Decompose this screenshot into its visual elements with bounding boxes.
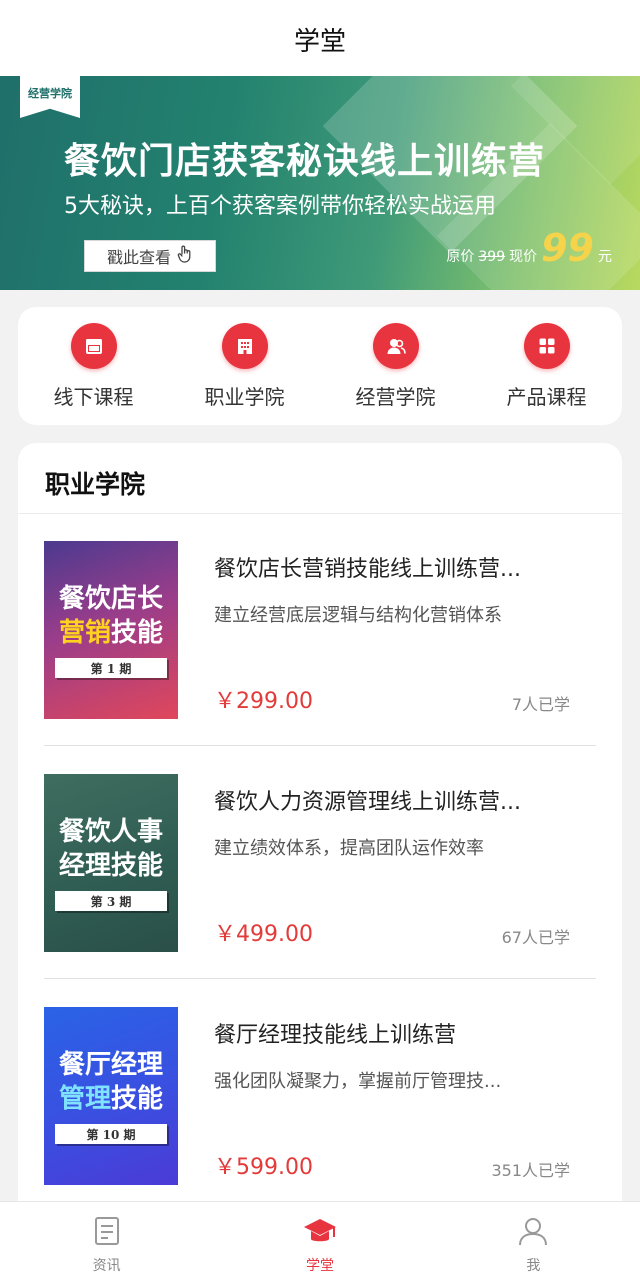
course-title: 餐饮人力资源管理线上训练营... (214, 790, 521, 815)
course-item[interactable]: 餐厅经理 管理技能 第 10 期 餐厅经理技能线上训练营 强化团队凝聚力，掌握前… (44, 979, 596, 1213)
cover-line1: 餐饮人事 (58, 817, 163, 847)
cover-period: 第 1 期 (55, 658, 167, 678)
banner-price: 原价 399 现价 99 元 (446, 226, 612, 270)
user-icon (517, 1215, 549, 1251)
cover-line1: 餐饮店长 (58, 584, 163, 614)
cover-line1: 餐厅经理 (58, 1050, 163, 1080)
banner-cta-button[interactable]: 戳此查看 (84, 240, 216, 272)
course-title: 餐饮店长营销技能线上训练营... (214, 557, 521, 582)
category-business-academy[interactable]: 经营学院 (331, 322, 461, 410)
bottom-navigation: 资讯 学堂 我 (0, 1201, 640, 1287)
category-label: 线下课程 (53, 384, 134, 409)
cover-line2-highlight: 经理 (58, 851, 111, 881)
app-header: 学堂 (0, 0, 640, 78)
graduation-cap-icon (303, 1215, 337, 1251)
course-description: 建立经营底层逻辑与结构化营销体系 (214, 605, 502, 626)
category-product-courses[interactable]: 产品课程 (482, 322, 612, 410)
course-title: 餐厅经理技能线上训练营 (214, 1023, 457, 1048)
course-price: ￥499.00 (214, 922, 313, 947)
nav-label: 资讯 (92, 1257, 121, 1274)
grid-icon (523, 322, 570, 369)
course-learners: 351人已学 (491, 1161, 570, 1180)
category-career-academy[interactable]: 职业学院 (180, 322, 310, 410)
current-price-label: 现价 (509, 249, 538, 265)
nav-me[interactable]: 我 (473, 1215, 593, 1275)
cover-line2: 管理技能 (59, 1082, 163, 1116)
course-learners: 7人已学 (511, 695, 570, 714)
current-price-value: 99 (541, 226, 594, 270)
category-shortcuts: 线下课程 职业学院 经营学院 产品课程 (18, 307, 622, 425)
calendar-icon (70, 322, 117, 369)
banner-subtitle: 5大秘诀，上百个获客案例带你轻松实战运用 (64, 194, 496, 219)
nav-academy[interactable]: 学堂 (260, 1215, 380, 1275)
nav-label: 学堂 (305, 1257, 334, 1274)
cover-line2-rest: 技能 (111, 851, 164, 881)
nav-label: 我 (526, 1257, 541, 1274)
original-price-label: 原价 (446, 249, 475, 265)
nav-news[interactable]: 资讯 (47, 1215, 167, 1275)
course-description: 强化团队凝聚力，掌握前厅管理技... (214, 1071, 502, 1092)
category-label: 经营学院 (355, 384, 436, 409)
course-price: ￥599.00 (214, 1155, 313, 1180)
banner-cta-label: 戳此查看 (106, 248, 171, 267)
cover-period: 第 3 期 (55, 891, 167, 911)
course-cover: 餐饮店长 营销技能 第 1 期 (44, 541, 178, 719)
section-title: 职业学院 (45, 470, 146, 499)
cover-line2-rest: 技能 (111, 1084, 164, 1114)
price-unit: 元 (598, 249, 612, 265)
course-description: 建立绩效体系，提高团队运作效率 (214, 838, 484, 859)
people-icon (372, 322, 419, 369)
course-item[interactable]: 餐饮店长 营销技能 第 1 期 餐饮店长营销技能线上训练营... 建立经营底层逻… (44, 513, 596, 747)
banner-headline: 餐饮门店获客秘诀线上训练营 (64, 141, 546, 182)
news-icon (91, 1215, 123, 1251)
course-section: 职业学院 餐饮店长 营销技能 第 1 期 餐饮店长营销技能线上训练营... 建立… (18, 443, 622, 1243)
course-learners: 67人已学 (501, 928, 570, 947)
category-label: 产品课程 (506, 384, 587, 409)
page-title: 学堂 (293, 26, 346, 57)
original-price-value: 399 (478, 249, 506, 265)
cover-period: 第 10 期 (55, 1124, 167, 1144)
cover-line2-rest: 技能 (111, 618, 164, 648)
course-item[interactable]: 餐饮人事 经理技能 第 3 期 餐饮人力资源管理线上训练营... 建立绩效体系，… (44, 746, 596, 980)
cover-line2-highlight: 管理 (58, 1084, 111, 1114)
building-icon (221, 322, 268, 369)
cover-line2: 经理技能 (59, 849, 163, 883)
course-cover: 餐厅经理 管理技能 第 10 期 (44, 1007, 178, 1185)
cover-line2-highlight: 营销 (58, 618, 111, 648)
hand-pointer-icon (177, 245, 193, 267)
course-cover: 餐饮人事 经理技能 第 3 期 (44, 774, 178, 952)
promo-banner[interactable]: 经营学院 餐饮门店获客秘诀线上训练营 5大秘诀，上百个获客案例带你轻松实战运用 … (0, 76, 640, 290)
banner-tag: 经营学院 (20, 76, 80, 118)
category-label: 职业学院 (204, 384, 285, 409)
category-offline-courses[interactable]: 线下课程 (29, 322, 159, 410)
cover-line2: 营销技能 (59, 616, 163, 650)
course-price: ￥299.00 (214, 689, 313, 714)
